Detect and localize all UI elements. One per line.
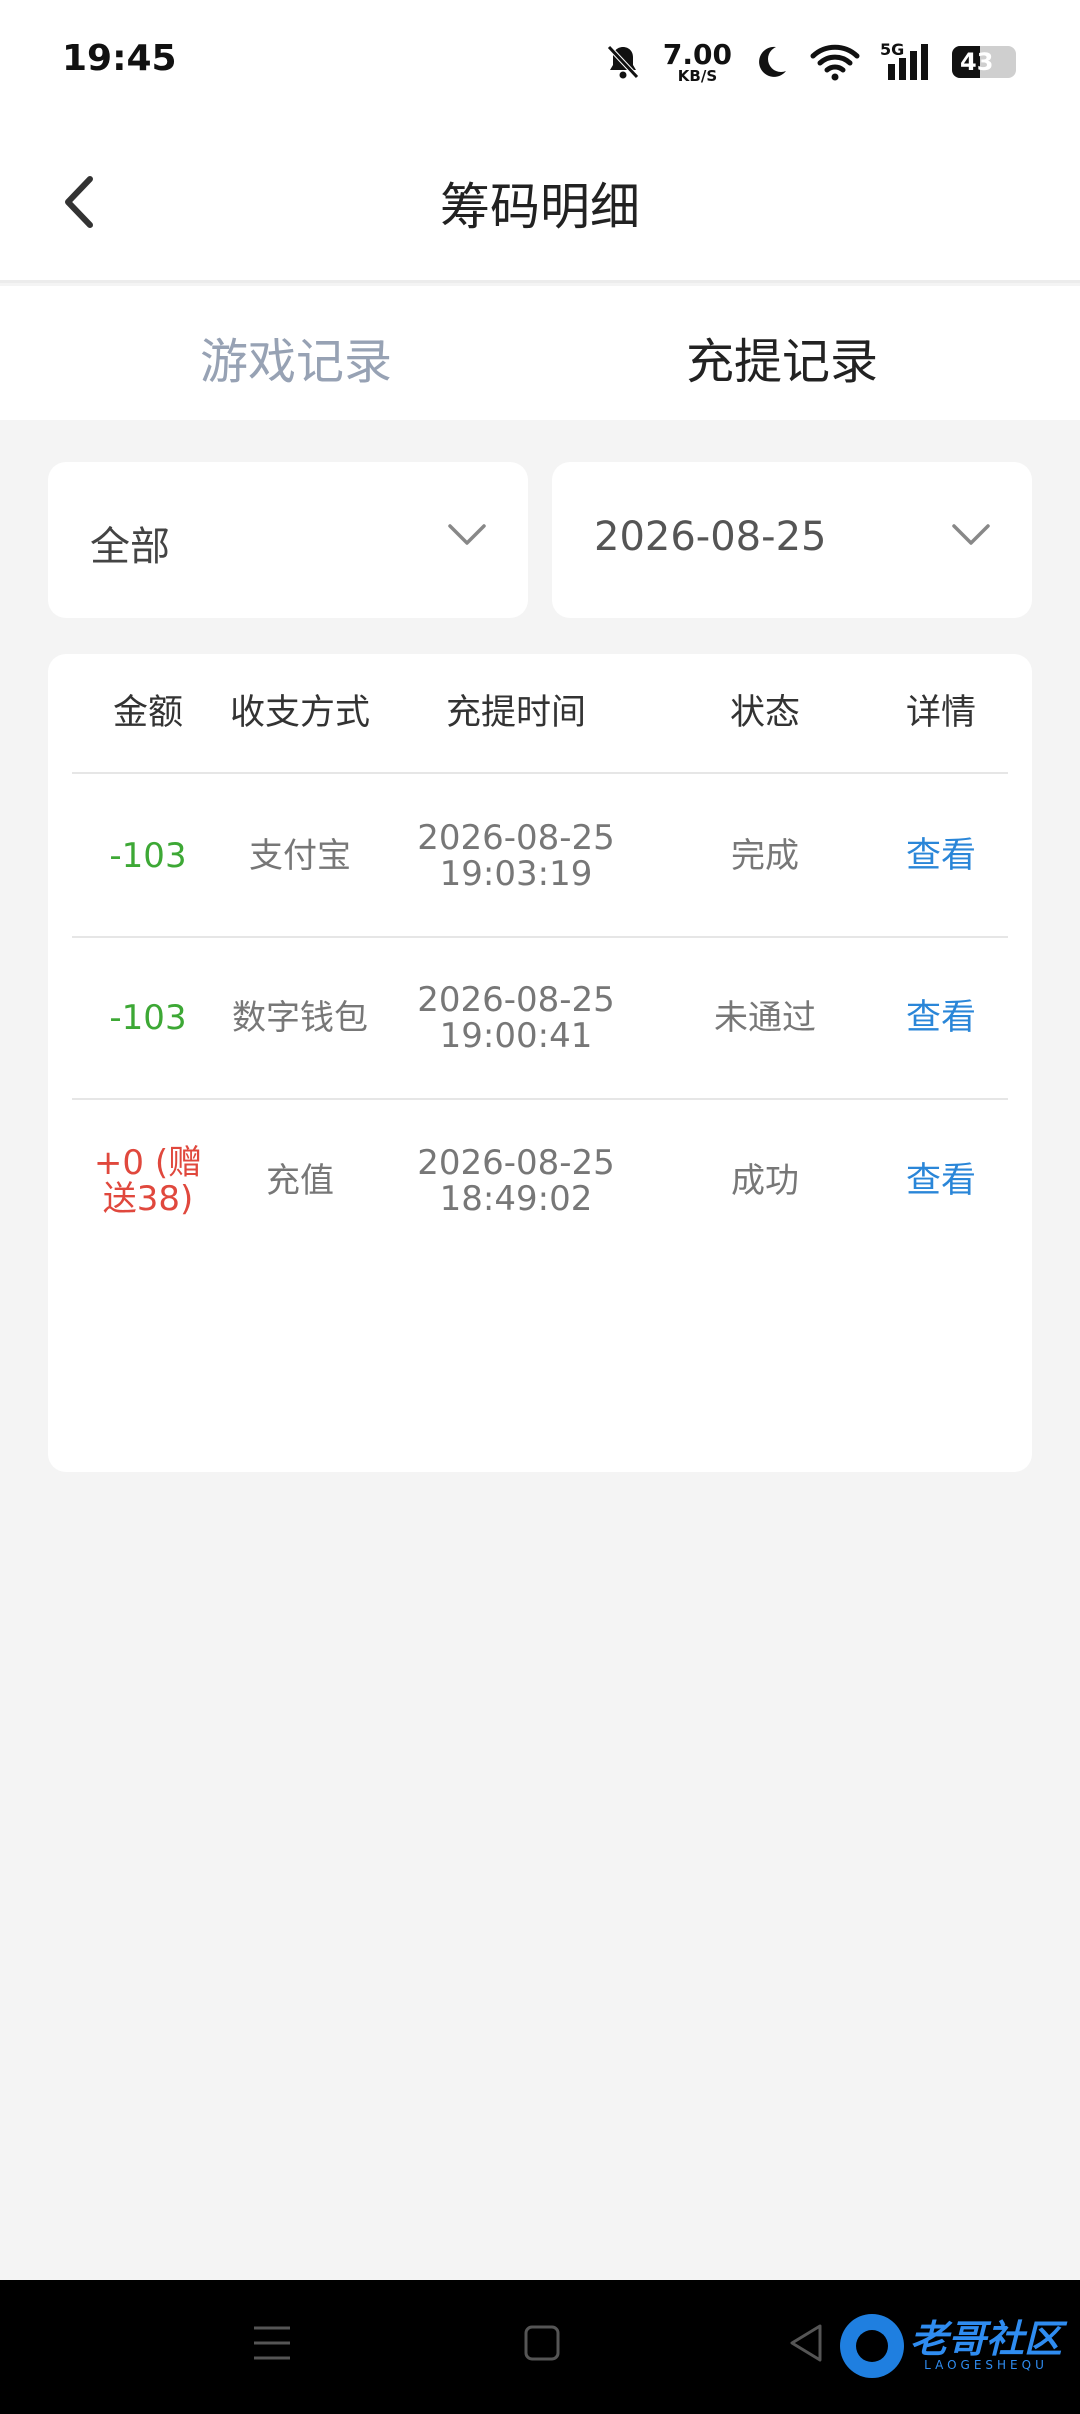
signal-indicator: 5G xyxy=(880,40,932,82)
records-table: 金额 收支方式 充提时间 状态 详情 -103 支付宝 2026-08-25 1… xyxy=(48,654,1032,1472)
watermark-logo: 老哥社区 LAOGESHEQU xyxy=(839,2314,1062,2378)
row-status: 完成 xyxy=(731,836,799,876)
type-filter-value: 全部 xyxy=(90,524,170,570)
row-date: 2026-08-25 xyxy=(417,980,615,1020)
header-bar: 筹码明细 xyxy=(0,125,1080,283)
row-amount: +0 (赠送38) xyxy=(93,1143,203,1219)
chevron-down-icon xyxy=(448,524,486,545)
table-row: +0 (赠送38) 充值 2026-08-25 18:49:02 成功 查看 xyxy=(72,1100,1008,1262)
battery-level: 43 xyxy=(960,48,994,76)
chevron-down-icon xyxy=(952,524,990,545)
moon-icon xyxy=(759,46,786,77)
row-time: 19:00:41 xyxy=(439,1016,593,1056)
table-header: 金额 收支方式 充提时间 状态 详情 xyxy=(72,654,1008,774)
status-icons: 7.00 KB/S 5G 43 xyxy=(603,36,1016,88)
view-detail-link[interactable]: 查看 xyxy=(874,938,1008,1098)
page-title: 筹码明细 xyxy=(440,178,640,236)
row-datetime: 2026-08-25 19:03:19 xyxy=(376,776,656,936)
watermark-text-block: 老哥社区 LAOGESHEQU xyxy=(910,2320,1062,2372)
header-amount: 金额 xyxy=(112,693,183,733)
watermark-sub: LAOGESHEQU xyxy=(924,2358,1048,2372)
header-method: 收支方式 xyxy=(229,693,370,733)
date-filter-value: 2026-08-25 xyxy=(594,514,827,560)
row-method: 支付宝 xyxy=(249,836,351,876)
watermark-text: 老哥社区 xyxy=(909,2317,1062,2361)
home-icon[interactable] xyxy=(522,2318,562,2368)
date-filter-dropdown[interactable]: 2026-08-25 xyxy=(552,462,1032,618)
row-status: 未通过 xyxy=(714,998,816,1038)
tab-game-records[interactable]: 游戏记录 xyxy=(96,322,496,392)
tab-recharge-records[interactable]: 充提记录 xyxy=(582,322,982,392)
row-amount: -103 xyxy=(109,998,187,1038)
row-date: 2026-08-25 xyxy=(417,1143,615,1183)
net-speed: 7.00 KB/S xyxy=(662,37,732,85)
signal-icon xyxy=(888,44,928,80)
header-time: 充提时间 xyxy=(445,693,586,733)
system-nav-bar: 老哥社区 LAOGESHEQU xyxy=(0,2280,1080,2414)
row-method: 充值 xyxy=(266,1161,334,1201)
tab-bar: 游戏记录 充提记录 xyxy=(0,286,1080,420)
view-detail-link[interactable]: 查看 xyxy=(874,1100,1008,1262)
row-datetime: 2026-08-25 19:00:41 xyxy=(376,938,656,1098)
battery-icon: 43 xyxy=(952,46,1016,78)
row-method: 数字钱包 xyxy=(232,998,368,1038)
header-detail: 详情 xyxy=(905,693,976,733)
table-row: -103 支付宝 2026-08-25 19:03:19 完成 查看 xyxy=(72,776,1008,938)
wifi-icon xyxy=(810,44,860,81)
net-speed-value: 7.00 xyxy=(662,37,732,71)
row-amount: -103 xyxy=(109,836,187,876)
row-time: 19:03:19 xyxy=(439,854,593,894)
type-filter-dropdown[interactable]: 全部 xyxy=(48,462,528,618)
table-row: -103 数字钱包 2026-08-25 19:00:41 未通过 查看 xyxy=(72,938,1008,1100)
net-speed-unit: KB/S xyxy=(677,66,718,85)
menu-icon[interactable] xyxy=(252,2318,292,2368)
row-status: 成功 xyxy=(731,1161,799,1201)
row-date: 2026-08-25 xyxy=(417,818,615,858)
view-detail-link[interactable]: 查看 xyxy=(874,776,1008,936)
mute-bell-icon xyxy=(607,45,639,79)
status-time: 19:45 xyxy=(62,38,177,79)
row-datetime: 2026-08-25 18:49:02 xyxy=(376,1100,656,1262)
header-status: 状态 xyxy=(729,693,800,733)
dragon-logo-icon xyxy=(839,2314,904,2378)
status-bar: 19:45 7.00 KB/S 5G 43 xyxy=(0,0,1080,125)
row-time: 18:49:02 xyxy=(439,1179,593,1219)
back-triangle-icon[interactable] xyxy=(786,2318,826,2368)
